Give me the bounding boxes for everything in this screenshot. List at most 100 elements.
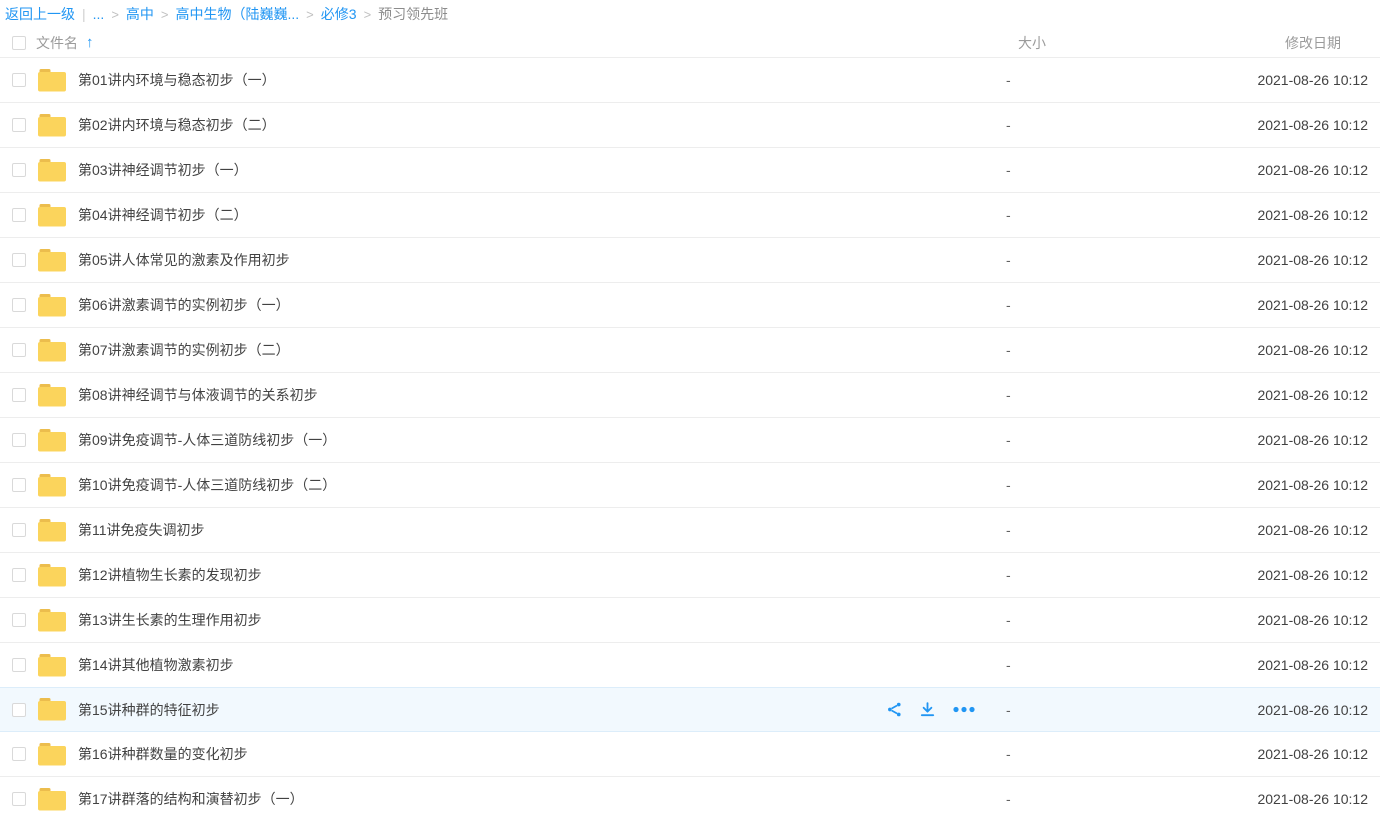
file-size: - bbox=[998, 746, 1168, 762]
file-row[interactable]: 第09讲免疫调节-人体三道防线初步（一） bbox=[0, 418, 1380, 463]
breadcrumb-pipe: | bbox=[82, 6, 86, 22]
row-checkbox[interactable] bbox=[12, 568, 26, 582]
file-name[interactable]: 第17讲群落的结构和演替初步（一） bbox=[78, 789, 998, 809]
row-checkbox[interactable] bbox=[12, 298, 26, 312]
breadcrumb-link[interactable]: 高中生物（陆巍巍... bbox=[176, 6, 300, 22]
column-header-filename[interactable]: 文件名 ↑ bbox=[26, 33, 998, 53]
file-name[interactable]: 第13讲生长素的生理作用初步 bbox=[78, 610, 998, 630]
file-name[interactable]: 第10讲免疫调节-人体三道防线初步（二） bbox=[78, 475, 998, 495]
file-name[interactable]: 第16讲种群数量的变化初步 bbox=[78, 744, 998, 764]
file-row[interactable]: 第04讲神经调节初步（二） bbox=[0, 193, 1380, 238]
folder-icon[interactable] bbox=[38, 159, 66, 182]
row-checkbox[interactable] bbox=[12, 253, 26, 267]
row-checkbox[interactable] bbox=[12, 343, 26, 357]
file-name[interactable]: 第09讲免疫调节-人体三道防线初步（一） bbox=[78, 430, 998, 450]
folder-icon[interactable] bbox=[38, 654, 66, 677]
file-row[interactable]: 第02讲内环境与稳态初步（二） bbox=[0, 103, 1380, 148]
folder-icon[interactable] bbox=[38, 519, 66, 542]
file-name[interactable]: 第02讲内环境与稳态初步（二） bbox=[78, 115, 998, 135]
folder-icon[interactable] bbox=[38, 474, 66, 497]
file-modified-date: 2021-08-26 10:12 bbox=[1168, 72, 1368, 88]
folder-icon[interactable] bbox=[38, 609, 66, 632]
file-modified-date: 2021-08-26 10:12 bbox=[1168, 791, 1368, 807]
breadcrumb-link[interactable]: 必修3 bbox=[321, 6, 357, 22]
row-checkbox[interactable] bbox=[12, 163, 26, 177]
file-row[interactable]: 第08讲神经调节与体液调节的关系初步 bbox=[0, 373, 1380, 418]
folder-icon[interactable] bbox=[38, 429, 66, 452]
file-row[interactable]: 第16讲种群数量的变化初步 bbox=[0, 732, 1380, 777]
file-row[interactable]: 第05讲人体常见的激素及作用初步 bbox=[0, 238, 1380, 283]
file-row[interactable]: 第11讲免疫失调初步 bbox=[0, 508, 1380, 553]
share-icon[interactable] bbox=[886, 701, 903, 718]
file-modified-date: 2021-08-26 10:12 bbox=[1168, 522, 1368, 538]
file-modified-date: 2021-08-26 10:12 bbox=[1168, 117, 1368, 133]
file-row[interactable]: 第17讲群落的结构和演替初步（一） bbox=[0, 777, 1380, 816]
file-size: - bbox=[998, 477, 1168, 493]
file-row[interactable]: 第01讲内环境与稳态初步（一） bbox=[0, 58, 1380, 103]
row-checkbox[interactable] bbox=[12, 523, 26, 537]
more-icon[interactable] bbox=[952, 705, 976, 714]
folder-icon[interactable] bbox=[38, 294, 66, 317]
file-row[interactable]: 第15讲种群的特征初步 bbox=[0, 687, 1380, 732]
row-checkbox[interactable] bbox=[12, 208, 26, 222]
folder-icon[interactable] bbox=[38, 339, 66, 362]
file-name[interactable]: 第14讲其他植物激素初步 bbox=[78, 655, 998, 675]
file-row[interactable]: 第10讲免疫调节-人体三道防线初步（二） bbox=[0, 463, 1380, 508]
folder-icon[interactable] bbox=[38, 114, 66, 137]
column-header-modified[interactable]: 修改日期 bbox=[1168, 33, 1368, 53]
file-name[interactable]: 第05讲人体常见的激素及作用初步 bbox=[78, 250, 998, 270]
breadcrumb-separator: > bbox=[306, 7, 314, 22]
download-icon[interactable] bbox=[919, 701, 936, 718]
folder-icon[interactable] bbox=[38, 698, 66, 721]
sort-ascending-icon[interactable]: ↑ bbox=[86, 35, 94, 50]
row-hover-actions bbox=[886, 701, 976, 718]
breadcrumb-link[interactable]: ... bbox=[93, 6, 105, 22]
row-checkbox[interactable] bbox=[12, 658, 26, 672]
file-row[interactable]: 第07讲激素调节的实例初步（二） bbox=[0, 328, 1380, 373]
file-name[interactable]: 第15讲种群的特征初步 bbox=[78, 700, 886, 720]
row-checkbox[interactable] bbox=[12, 118, 26, 132]
file-list: 第01讲内环境与稳态初步（一） bbox=[0, 58, 1380, 816]
folder-icon[interactable] bbox=[38, 249, 66, 272]
select-all-checkbox[interactable] bbox=[12, 36, 26, 50]
row-checkbox[interactable] bbox=[12, 388, 26, 402]
folder-icon[interactable] bbox=[38, 384, 66, 407]
file-size: - bbox=[998, 252, 1168, 268]
file-row[interactable]: 第14讲其他植物激素初步 bbox=[0, 643, 1380, 688]
file-name[interactable]: 第03讲神经调节初步（一） bbox=[78, 160, 998, 180]
breadcrumb-link[interactable]: 高中 bbox=[126, 6, 154, 22]
row-checkbox[interactable] bbox=[12, 433, 26, 447]
file-row[interactable]: 第03讲神经调节初步（一） bbox=[0, 148, 1380, 193]
folder-icon[interactable] bbox=[38, 204, 66, 227]
row-checkbox[interactable] bbox=[12, 478, 26, 492]
column-header-size[interactable]: 大小 bbox=[998, 33, 1168, 53]
file-modified-date: 2021-08-26 10:12 bbox=[1168, 657, 1368, 673]
file-row[interactable]: 第12讲植物生长素的发现初步 bbox=[0, 553, 1380, 598]
folder-icon[interactable] bbox=[38, 69, 66, 92]
file-modified-date: 2021-08-26 10:12 bbox=[1168, 432, 1368, 448]
file-name[interactable]: 第06讲激素调节的实例初步（一） bbox=[78, 295, 998, 315]
file-size: - bbox=[998, 117, 1168, 133]
file-name[interactable]: 第08讲神经调节与体液调节的关系初步 bbox=[78, 385, 998, 405]
folder-icon[interactable] bbox=[38, 788, 66, 811]
file-modified-date: 2021-08-26 10:12 bbox=[1168, 342, 1368, 358]
row-checkbox[interactable] bbox=[12, 73, 26, 87]
row-checkbox[interactable] bbox=[12, 613, 26, 627]
row-checkbox[interactable] bbox=[12, 703, 26, 717]
row-checkbox[interactable] bbox=[12, 792, 26, 806]
file-modified-date: 2021-08-26 10:12 bbox=[1168, 567, 1368, 583]
folder-icon[interactable] bbox=[38, 564, 66, 587]
filename-header-label[interactable]: 文件名 bbox=[36, 33, 78, 53]
folder-icon[interactable] bbox=[38, 743, 66, 766]
back-to-parent-link[interactable]: 返回上一级 bbox=[5, 4, 75, 24]
file-row[interactable]: 第06讲激素调节的实例初步（一） bbox=[0, 283, 1380, 328]
file-row[interactable]: 第13讲生长素的生理作用初步 bbox=[0, 598, 1380, 643]
file-size: - bbox=[998, 522, 1168, 538]
file-name[interactable]: 第11讲免疫失调初步 bbox=[78, 520, 998, 540]
file-name[interactable]: 第12讲植物生长素的发现初步 bbox=[78, 565, 998, 585]
file-name[interactable]: 第04讲神经调节初步（二） bbox=[78, 205, 998, 225]
file-name[interactable]: 第07讲激素调节的实例初步（二） bbox=[78, 340, 998, 360]
file-name[interactable]: 第01讲内环境与稳态初步（一） bbox=[78, 70, 998, 90]
row-checkbox[interactable] bbox=[12, 747, 26, 761]
file-modified-date: 2021-08-26 10:12 bbox=[1168, 162, 1368, 178]
